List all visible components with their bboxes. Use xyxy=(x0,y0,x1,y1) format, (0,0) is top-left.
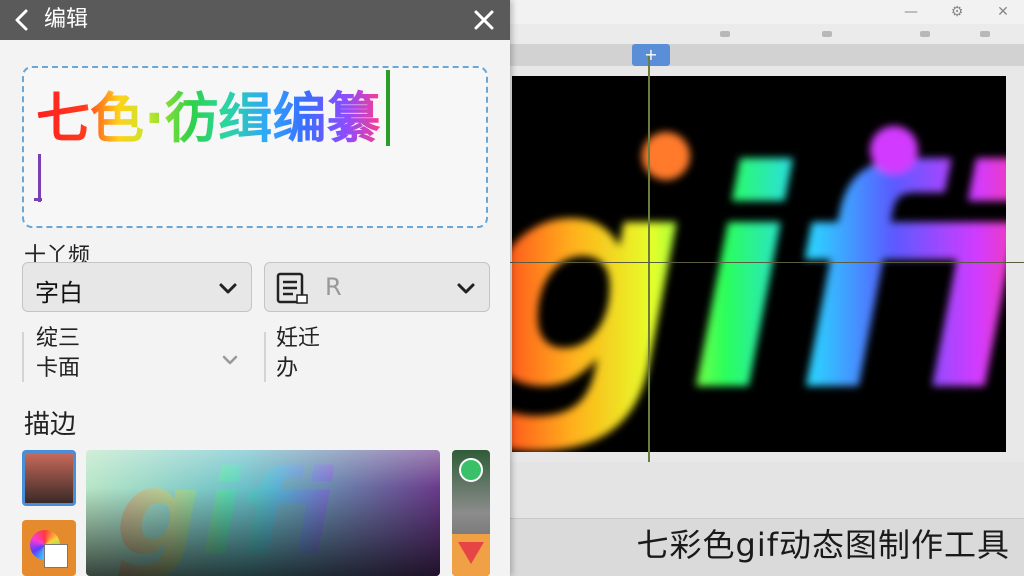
option-right-line1: 妊迁 xyxy=(276,326,321,351)
horizontal-guide-line xyxy=(510,262,1024,263)
toolbar-dot[interactable] xyxy=(720,31,730,37)
layout-dropdown-value: R xyxy=(325,273,342,301)
font-dropdown[interactable]: 字白 xyxy=(22,262,252,312)
promo-caption: 七彩色gif动态图制作工具 xyxy=(636,526,1010,564)
option-right[interactable]: 妊迁 办 xyxy=(276,324,320,384)
stroke-section-label: 描边 xyxy=(24,410,77,440)
option-right-line2: 办 xyxy=(276,356,299,381)
toolbar-dot[interactable] xyxy=(920,31,930,37)
sparkle-icon xyxy=(870,126,918,174)
playhead-marker[interactable]: + xyxy=(632,44,670,66)
color-gradient-area[interactable]: gifi xyxy=(86,450,440,576)
layout-dropdown[interactable]: R xyxy=(264,262,490,312)
triangle-down-icon xyxy=(458,542,484,564)
minimize-icon[interactable]: — xyxy=(902,3,920,21)
edit-panel: 编辑 七色·彷缉编纂 十丫频 字白 R 绽三 卡面 妊迁 办 描边 xyxy=(0,0,510,576)
timeline-ruler[interactable] xyxy=(510,44,1024,66)
text-caret xyxy=(386,70,390,146)
editor-toolbar xyxy=(510,24,1024,45)
back-button[interactable] xyxy=(10,6,36,34)
close-button[interactable] xyxy=(470,6,498,34)
vertical-guide-line xyxy=(648,56,650,466)
toolbar-dot[interactable] xyxy=(980,31,990,37)
divider xyxy=(264,332,266,382)
close-window-icon[interactable]: ✕ xyxy=(994,3,1012,21)
chevron-left-icon xyxy=(15,9,28,31)
color-square-icon xyxy=(44,544,68,568)
editor-titlebar: — ⚙ ✕ xyxy=(510,0,1024,24)
option-left-line1: 绽三 xyxy=(36,326,81,351)
font-dropdown-value: 字白 xyxy=(35,279,83,307)
second-line-caret-foot xyxy=(34,198,42,201)
slider-knob[interactable] xyxy=(459,458,483,482)
canvas-gif-text: gifi xyxy=(512,108,1006,452)
gif-editor-window: — ⚙ ✕ + ifi 七彩色gif动态图制作工具 xyxy=(510,0,1024,576)
restore-icon[interactable]: ⚙ xyxy=(948,3,966,21)
chevron-down-icon xyxy=(219,283,237,294)
panel-header: 编辑 xyxy=(0,0,510,40)
chevron-down-icon xyxy=(457,283,475,294)
divider xyxy=(22,332,24,382)
rainbow-gif-artwork: gifi xyxy=(512,108,1006,452)
toolbar-dot[interactable] xyxy=(822,31,832,37)
chevron-down-icon[interactable] xyxy=(220,350,240,370)
preview-canvas[interactable]: gifi xyxy=(512,76,1006,452)
color-picker-button[interactable] xyxy=(22,520,76,576)
panel-title: 编辑 xyxy=(44,7,89,32)
hue-slider[interactable] xyxy=(452,450,490,576)
stroke-color-swatch[interactable] xyxy=(22,450,76,506)
text-layout-icon xyxy=(276,272,308,304)
option-left[interactable]: 绽三 卡面 xyxy=(36,324,80,384)
text-input-area[interactable]: 七色·彷缉编纂 xyxy=(22,66,488,228)
option-left-line2: 卡面 xyxy=(36,356,81,381)
color-area-shade xyxy=(86,450,440,576)
close-icon xyxy=(474,10,494,30)
second-line-caret xyxy=(38,154,41,202)
rainbow-text-line: 七色·彷缉编纂 xyxy=(36,74,381,153)
